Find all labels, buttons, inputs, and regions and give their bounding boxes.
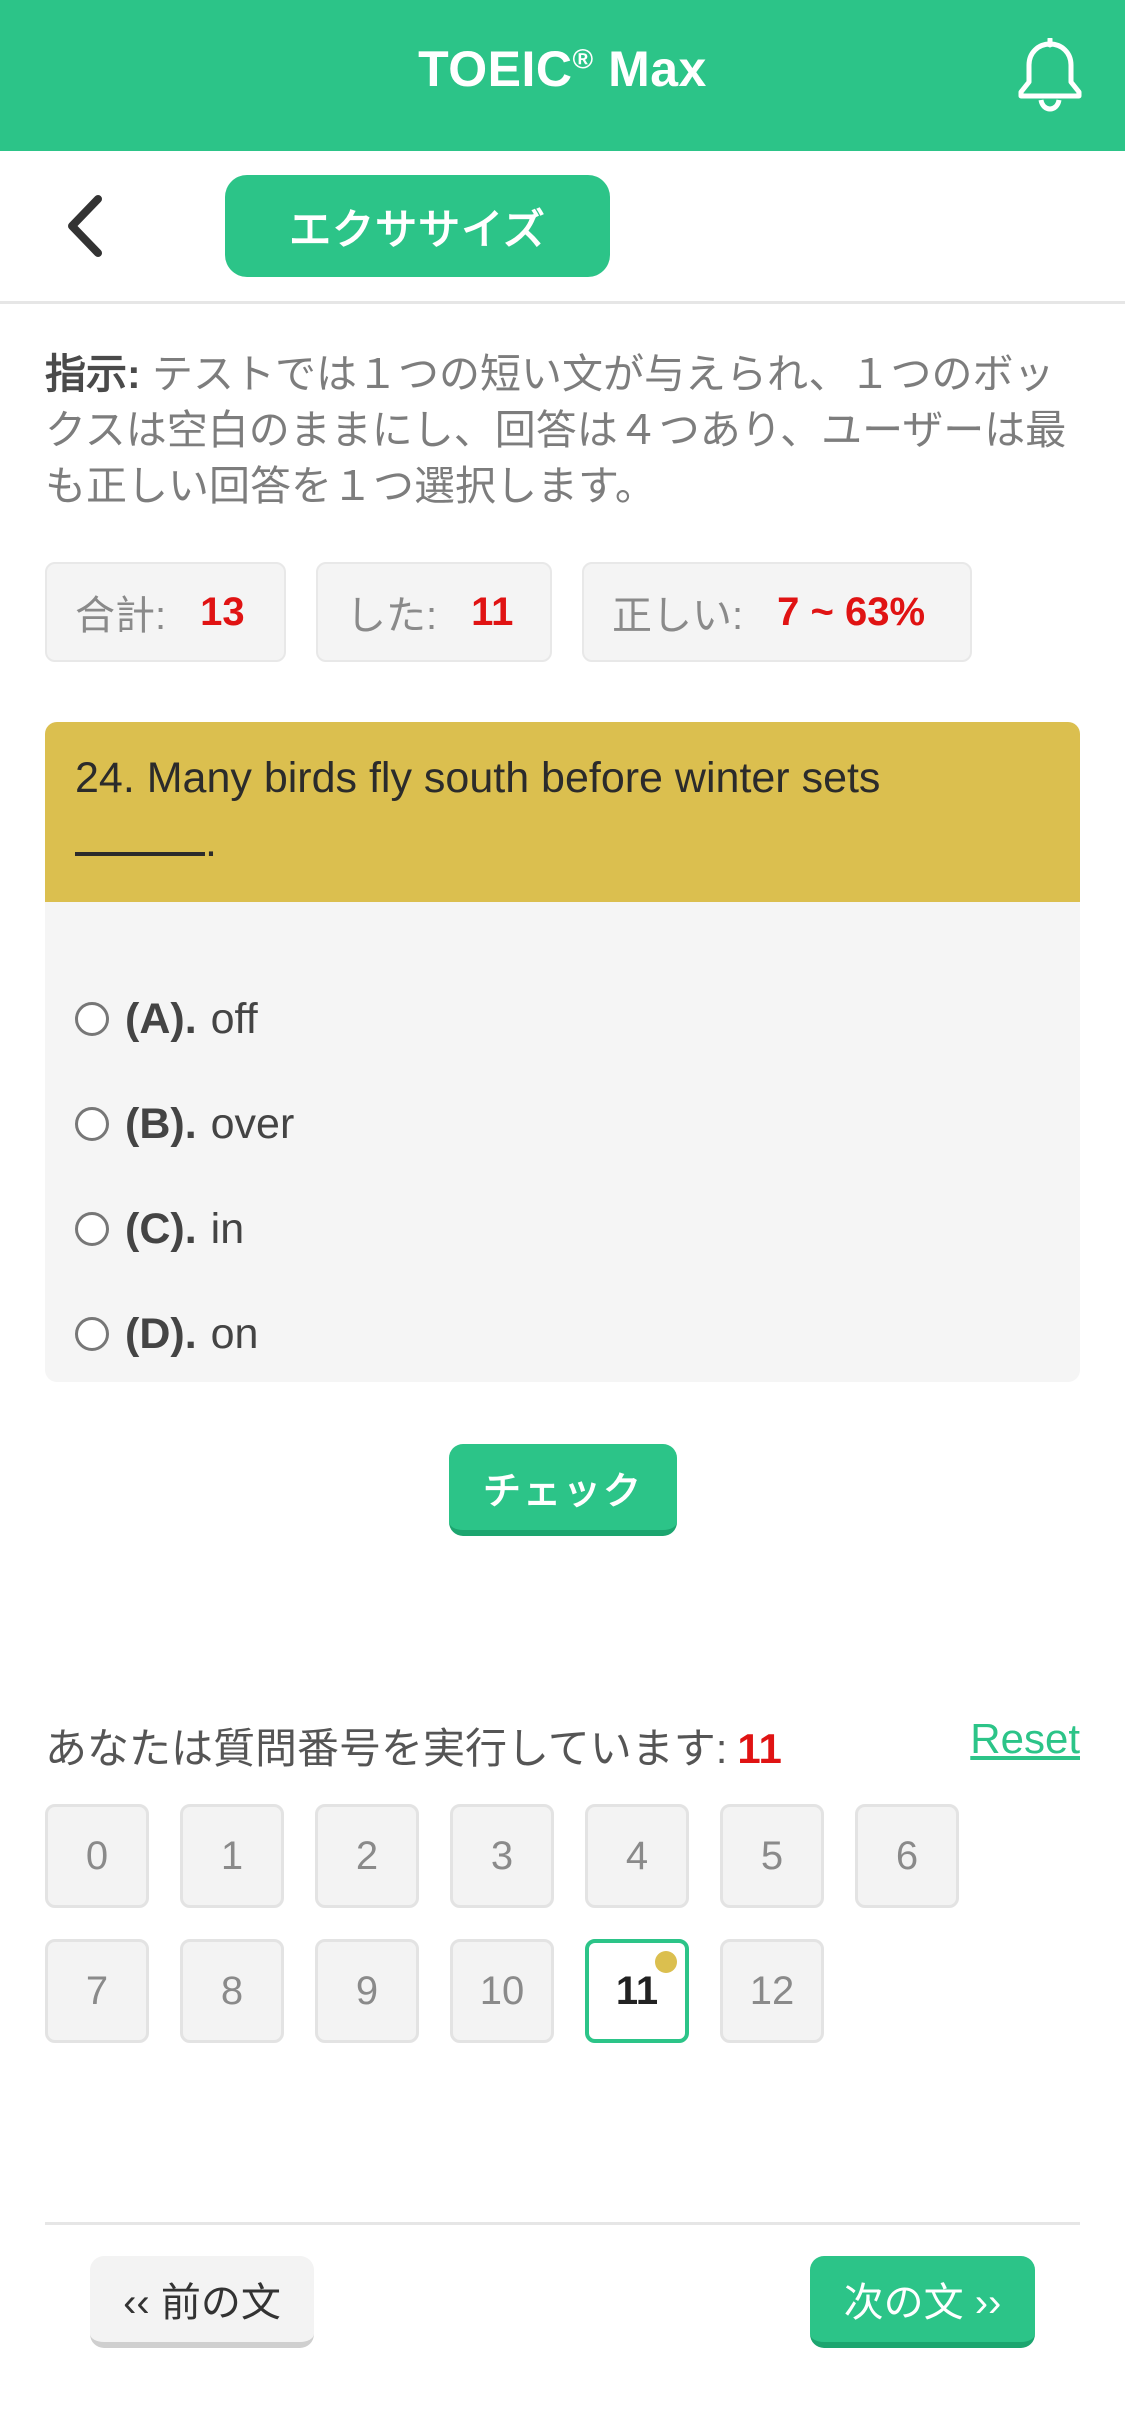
current-indicator-dot	[655, 1951, 677, 1973]
answer-blank	[75, 812, 205, 856]
instruction-text: 指示: テストでは１つの短い文が与えられ、１つのボックスは空白のままにし、回答は…	[45, 351, 1067, 509]
stat-total: 合計: 13	[45, 562, 286, 662]
chevron-left-icon[interactable]	[58, 191, 118, 261]
reset-link[interactable]: Reset	[970, 1715, 1080, 1763]
stat-done: した: 11	[316, 562, 552, 662]
option-a[interactable]: (A). off	[75, 984, 258, 1054]
question-number-button-active[interactable]: 11	[585, 1939, 689, 2043]
tab-exercise[interactable]: エクササイズ	[225, 175, 610, 277]
radio-button[interactable]	[75, 1212, 109, 1246]
question-number-button[interactable]: 10	[450, 1939, 554, 2043]
sub-header: エクササイズ	[0, 151, 1125, 304]
option-c[interactable]: (C). in	[75, 1194, 244, 1264]
prev-button[interactable]: ‹‹ 前の文	[90, 2256, 314, 2348]
question-number-button[interactable]: 5	[720, 1804, 824, 1908]
question-number-button[interactable]: 4	[585, 1804, 689, 1908]
question-number-button[interactable]: 9	[315, 1939, 419, 2043]
option-b[interactable]: (B). over	[75, 1089, 294, 1159]
app-header: TOEIC® Max	[0, 0, 1125, 151]
stat-correct: 正しい: 7 ~ 63%	[582, 562, 972, 662]
radio-button[interactable]	[75, 1107, 109, 1141]
question-number-button[interactable]: 7	[45, 1939, 149, 2043]
bell-icon[interactable]	[1015, 38, 1085, 112]
question-number-button[interactable]: 12	[720, 1939, 824, 2043]
question-number-button[interactable]: 3	[450, 1804, 554, 1908]
question-number-button[interactable]: 1	[180, 1804, 284, 1908]
app-title: TOEIC® Max	[418, 41, 707, 97]
next-button[interactable]: 次の文 ››	[810, 2256, 1035, 2348]
question-number-button[interactable]: 0	[45, 1804, 149, 1908]
question-number-button[interactable]: 6	[855, 1804, 959, 1908]
radio-button[interactable]	[75, 1002, 109, 1036]
question-number-button[interactable]: 2	[315, 1804, 419, 1908]
question-card: 24. Many birds fly south before winter s…	[45, 722, 1080, 1382]
question-text: 24. Many birds fly south before winter s…	[45, 722, 1080, 902]
option-d[interactable]: (D). on	[75, 1299, 258, 1369]
instruction-label: 指示:	[45, 351, 141, 397]
divider	[45, 2222, 1080, 2225]
radio-button[interactable]	[75, 1317, 109, 1351]
progress-label: あなたは質問番号を実行しています: 11	[45, 1725, 782, 1772]
check-button[interactable]: チェック	[449, 1444, 677, 1536]
current-question-number: 11	[737, 1725, 782, 1772]
question-number-button[interactable]: 8	[180, 1939, 284, 2043]
